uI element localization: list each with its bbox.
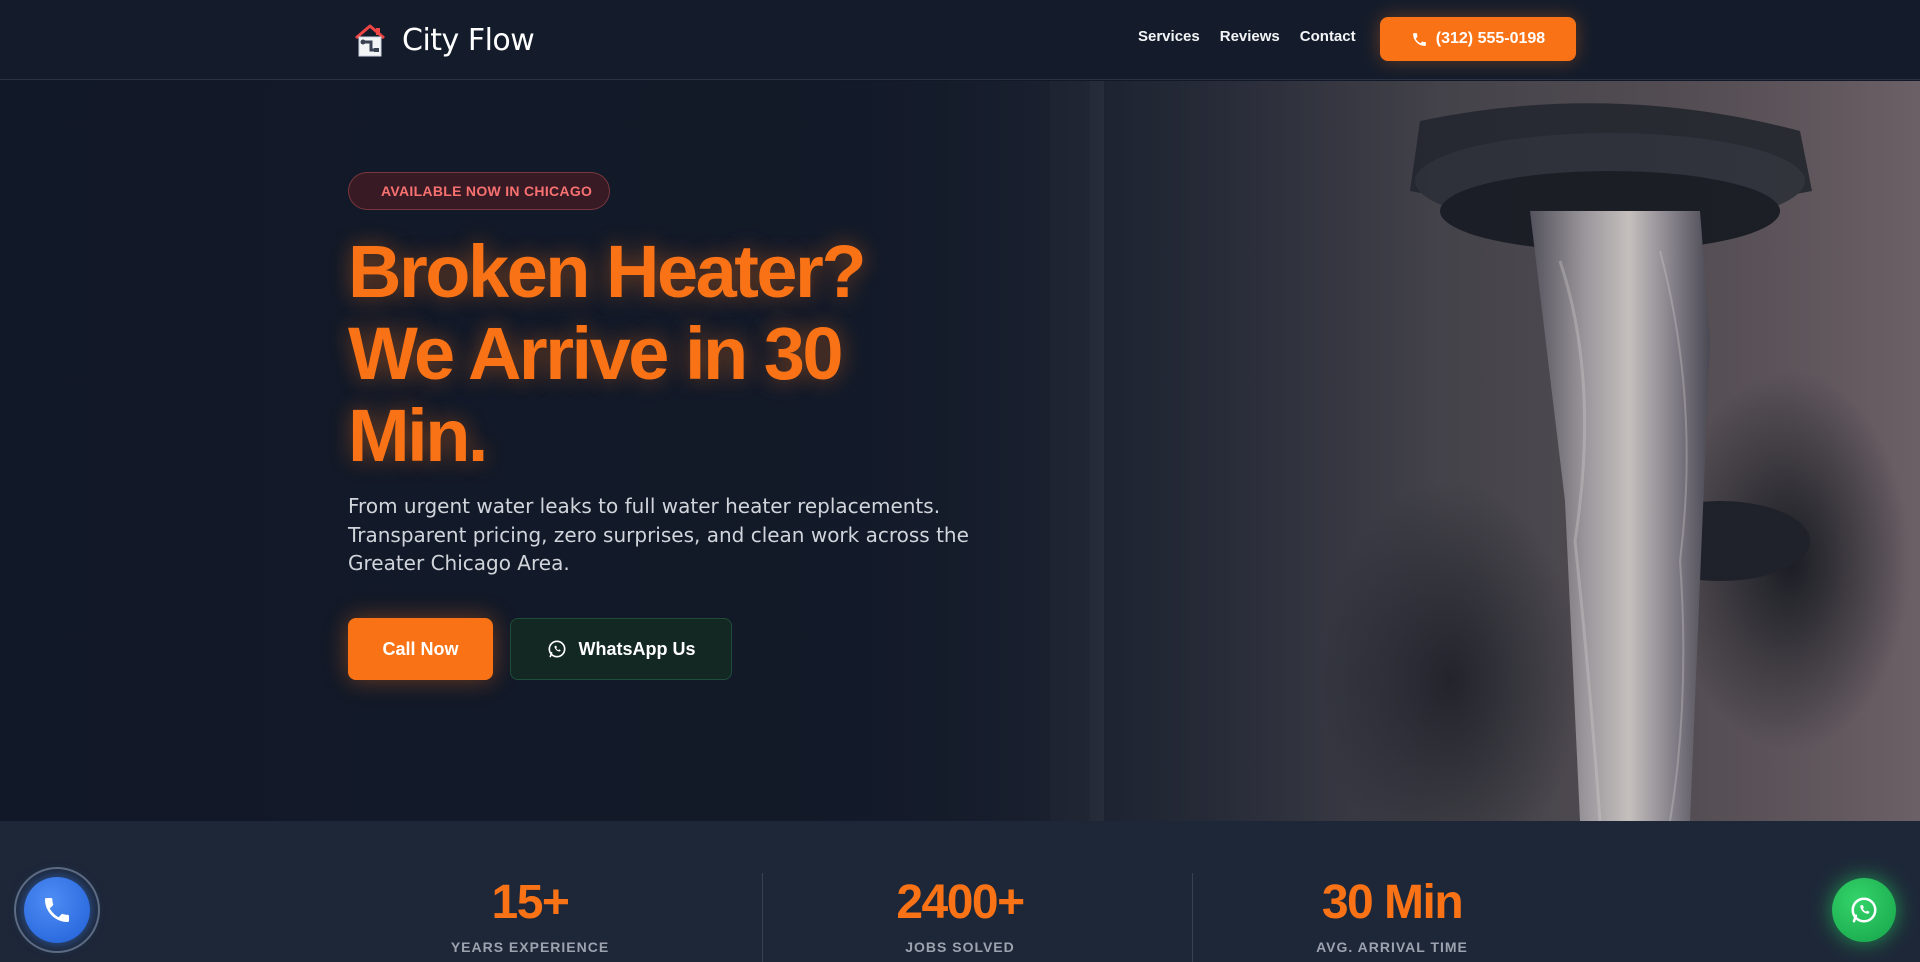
hero-headline-line-2: We Arrive in 30 <box>348 312 844 395</box>
hero-subtitle: From urgent water leaks to full water he… <box>348 494 969 575</box>
whatsapp-us-button[interactable]: WhatsApp Us <box>510 618 732 680</box>
stat-years: 15+ YEARS EXPERIENCE <box>430 876 630 956</box>
site-header: City Flow Services Reviews Contact (312)… <box>0 0 1920 80</box>
house-pipe-icon <box>355 24 385 57</box>
availability-badge: AVAILABLE NOW IN CHICAGO <box>348 172 611 210</box>
header-phone-button[interactable]: (312) 555-0198 <box>1380 17 1576 61</box>
stat-label: AVG. ARRIVAL TIME <box>1316 939 1468 955</box>
stat-divider <box>762 873 763 962</box>
hero-section: AVAILABLE NOW IN CHICAGO Broken Heater? … <box>0 81 1920 821</box>
phone-icon <box>45 898 69 922</box>
nav-link-reviews[interactable]: Reviews <box>1220 28 1280 45</box>
brand-name: City Flow <box>402 22 535 58</box>
stat-value: 2400+ <box>896 876 1025 929</box>
stat-label: YEARS EXPERIENCE <box>450 939 610 955</box>
header-phone-label: (312) 555-0198 <box>1435 30 1546 47</box>
hero-headline: Broken Heater? We Arrive in 30 Min. <box>348 231 968 477</box>
stat-label: JOBS SOLVED <box>905 939 1015 955</box>
call-now-button[interactable]: Call Now <box>348 618 493 680</box>
floating-whatsapp-button[interactable] <box>1832 878 1896 942</box>
floating-call-circle <box>24 877 90 943</box>
main-nav: Services Reviews Contact <box>1138 28 1356 45</box>
whatsapp-icon <box>1851 897 1877 923</box>
stat-jobs: 2400+ JOBS SOLVED <box>860 876 1060 956</box>
floating-call-button[interactable] <box>14 867 100 953</box>
stat-divider <box>1192 873 1193 962</box>
nav-link-services[interactable]: Services <box>1138 28 1200 45</box>
hero-headline-line-3: Min. <box>348 394 488 477</box>
nav-link-contact[interactable]: Contact <box>1300 28 1356 45</box>
whatsapp-us-label: WhatsApp Us <box>578 638 696 659</box>
whatsapp-icon <box>548 640 565 658</box>
hero-headline-line-1: Broken Heater? <box>348 230 867 313</box>
stat-arrival: 30 Min AVG. ARRIVAL TIME <box>1272 876 1512 956</box>
stat-value: 30 Min <box>1321 876 1464 929</box>
stat-value: 15+ <box>491 876 570 929</box>
brand-logo[interactable]: City Flow <box>350 20 535 60</box>
stats-bar: 15+ YEARS EXPERIENCE 2400+ JOBS SOLVED 3… <box>0 821 1920 962</box>
phone-icon <box>1412 32 1426 46</box>
